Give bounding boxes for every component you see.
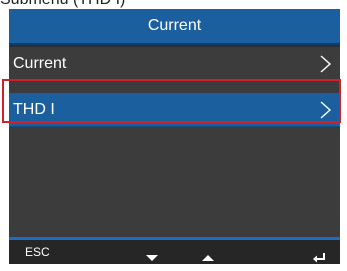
chevron-right-icon xyxy=(316,101,334,119)
up-triangle-icon[interactable] xyxy=(202,247,214,261)
menu-item-current[interactable]: Current xyxy=(9,47,340,81)
softkey-bar: ESC xyxy=(9,240,340,264)
screen-title-bar: Current xyxy=(9,9,340,45)
enter-icon[interactable] xyxy=(312,247,326,263)
menu-item-label: THD I xyxy=(13,101,55,118)
menu-item-label: Current xyxy=(13,55,67,72)
chevron-right-icon xyxy=(316,55,334,73)
submenu-list: Current THD I xyxy=(9,47,340,237)
device-screen: Current Current THD I ESC xyxy=(9,9,340,264)
down-triangle-icon[interactable] xyxy=(146,247,158,261)
esc-softkey[interactable]: ESC xyxy=(25,240,50,264)
screenshot-caption: Submenu (THD I) xyxy=(0,0,125,9)
menu-item-thd-i[interactable]: THD I xyxy=(9,93,340,127)
screen-title: Current xyxy=(147,17,202,34)
